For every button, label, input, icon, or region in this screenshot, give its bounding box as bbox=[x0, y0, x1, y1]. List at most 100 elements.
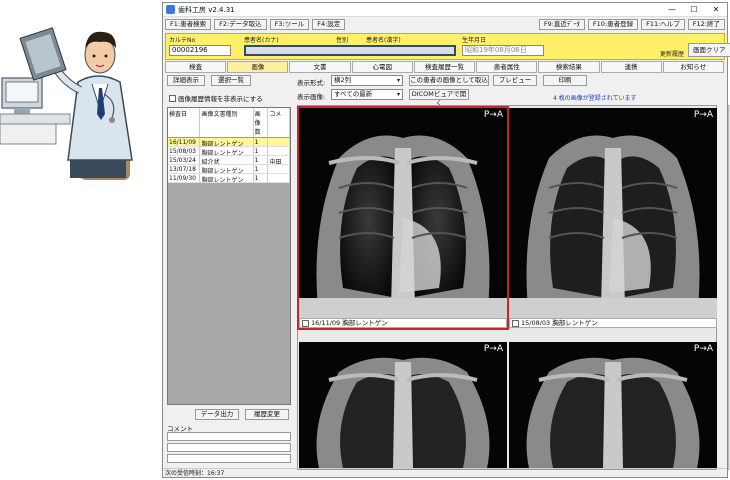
doctor-illustration bbox=[0, 27, 133, 180]
header-exam-date[interactable]: 検査日 bbox=[168, 108, 201, 137]
birthdate-label: 生年月日 bbox=[462, 37, 487, 44]
cell-date: 15/08/03 bbox=[168, 147, 201, 155]
birthdate-field[interactable]: 昭和19年08月06日 bbox=[462, 45, 544, 56]
image-caption: 15/08/03 胸部レントゲン bbox=[509, 318, 717, 328]
xray-image[interactable]: P→A bbox=[509, 108, 717, 318]
format-value: 横2列 bbox=[334, 76, 352, 84]
image-caption: 16/11/09 胸部レントゲン bbox=[299, 318, 507, 328]
title-bar: 歯科工房 v2.4.31 — ☐ ✕ bbox=[163, 3, 727, 17]
f11-help-button[interactable]: F11:ヘルプ bbox=[641, 19, 685, 30]
selection-list-button[interactable]: 選択一覧 bbox=[211, 75, 251, 86]
f9-recent-data-button[interactable]: F9:直近ﾃﾞｰﾀ bbox=[538, 19, 585, 30]
tab-exam-history[interactable]: 検査履歴一覧 bbox=[413, 61, 476, 73]
comment-field-3[interactable] bbox=[167, 454, 291, 463]
data-export-button[interactable]: データ出力 bbox=[195, 409, 239, 420]
f10-patient-register-button[interactable]: F10:患者登録 bbox=[587, 19, 639, 30]
kanji-label: 患者名(漢字) bbox=[366, 37, 401, 44]
app-icon bbox=[166, 5, 175, 14]
cell-date: 13/07/18 bbox=[168, 165, 201, 173]
screen-clear-button[interactable]: 画面クリア bbox=[688, 43, 730, 57]
tab-ecg[interactable]: 心電図 bbox=[351, 61, 413, 73]
tab-integration[interactable]: 連携 bbox=[600, 61, 662, 73]
comment-field-2[interactable] bbox=[167, 443, 291, 452]
import-image-button[interactable]: この患者の画像として取込 bbox=[409, 75, 489, 86]
close-button[interactable]: ✕ bbox=[705, 5, 727, 14]
image-history-table: 検査日 画像文書種別 画像数 コメ 16/11/09 胸部レントゲン 1 15/… bbox=[167, 107, 291, 405]
table-row[interactable]: 16/11/09 胸部レントゲン 1 bbox=[168, 138, 290, 147]
table-row[interactable]: 11/09/30 胸部レントゲン 1 bbox=[168, 174, 290, 183]
chevron-down-icon: ▾ bbox=[396, 91, 400, 98]
f12-exit-button[interactable]: F12:終了 bbox=[687, 19, 725, 30]
image-label: 表示画像: bbox=[297, 93, 326, 101]
orientation-label: P→A bbox=[483, 344, 503, 354]
update-history-label: 更新履歴 bbox=[660, 51, 685, 58]
detail-view-button[interactable]: 詳細表示 bbox=[167, 75, 205, 86]
orientation-label: P→A bbox=[693, 344, 713, 354]
checkbox-square[interactable] bbox=[169, 94, 176, 102]
image-viewer: P→A 16/11/09 胸部レントゲン P→A 15/08/03 胸部レントゲ… bbox=[297, 105, 717, 470]
gender-label: 性別 bbox=[336, 37, 349, 44]
hide-history-checkbox[interactable]: 画像履歴情報を非表示にする bbox=[169, 93, 263, 103]
chest-xray bbox=[299, 108, 507, 318]
cell-date: 15/03/24 bbox=[168, 156, 201, 164]
tab-notices[interactable]: お知らせ bbox=[662, 61, 724, 73]
tab-bar: 検査 画像 文書 心電図 検査履歴一覧 患者属性 検索結果 連携 お知らせ bbox=[165, 61, 725, 73]
cell-type: 胸部レントゲン bbox=[200, 174, 254, 182]
image-select[interactable]: すべての最新 ▾ bbox=[331, 89, 403, 100]
f2-data-import-button[interactable]: F2:データ取込 bbox=[214, 19, 267, 30]
cell-count: 1 bbox=[254, 165, 269, 173]
image-cell[interactable]: P→A 16/11/09 胸部レントゲン bbox=[297, 106, 509, 330]
dicom-viewer-button[interactable]: DICOMビュアで開く bbox=[409, 89, 469, 107]
hide-history-label: 画像履歴情報を非表示にする bbox=[178, 95, 263, 103]
image-checkbox[interactable] bbox=[512, 319, 519, 327]
xray-image[interactable]: P→A bbox=[299, 108, 507, 318]
cell-comment bbox=[268, 138, 290, 146]
f1-patient-search-button[interactable]: F1:患者検索 bbox=[165, 19, 212, 30]
history-change-button[interactable]: 履歴変更 bbox=[245, 409, 289, 420]
chart-no-label: カルテNo bbox=[169, 37, 196, 44]
table-row[interactable]: 15/08/03 胸部レントゲン 1 bbox=[168, 147, 290, 156]
image-cell[interactable]: P→A bbox=[509, 342, 717, 468]
cell-count: 1 bbox=[254, 138, 269, 146]
app-window: 歯科工房 v2.4.31 — ☐ ✕ F1:患者検索 F2:データ取込 F3:ツ… bbox=[162, 2, 730, 478]
f3-tools-button[interactable]: F3:ツール bbox=[269, 19, 310, 30]
tab-search-results[interactable]: 検索結果 bbox=[538, 61, 600, 73]
cell-comment bbox=[268, 165, 290, 173]
cell-comment bbox=[268, 147, 290, 155]
caption-text: 15/08/03 胸部レントゲン bbox=[521, 319, 598, 327]
tab-patient-attributes[interactable]: 患者属性 bbox=[476, 61, 538, 73]
cell-comment bbox=[268, 174, 290, 182]
chart-no-field[interactable]: 00002196 bbox=[169, 45, 231, 56]
comment-field-1[interactable] bbox=[167, 432, 291, 441]
cell-comment: 中田 bbox=[268, 156, 290, 164]
f4-settings-button[interactable]: F4:設定 bbox=[312, 19, 346, 30]
preview-button[interactable]: プレビュー bbox=[493, 75, 537, 86]
tab-image[interactable]: 画像 bbox=[227, 61, 289, 73]
cell-date: 16/11/09 bbox=[168, 138, 201, 146]
tab-exam[interactable]: 検査 bbox=[165, 61, 227, 73]
minimize-button[interactable]: — bbox=[661, 5, 683, 14]
chest-xray bbox=[509, 108, 717, 318]
caption-text: 16/11/09 胸部レントゲン bbox=[311, 319, 388, 327]
print-button[interactable]: 印刷 bbox=[543, 75, 587, 86]
cell-type: 紹介状 bbox=[200, 156, 254, 164]
patient-name-field[interactable] bbox=[244, 45, 456, 56]
maximize-button[interactable]: ☐ bbox=[683, 5, 705, 14]
cell-type: 胸部レントゲン bbox=[200, 138, 254, 146]
orientation-label: P→A bbox=[693, 110, 713, 120]
header-doc-type[interactable]: 画像文書種別 bbox=[200, 108, 254, 137]
table-header: 検査日 画像文書種別 画像数 コメ bbox=[168, 108, 290, 138]
table-row[interactable]: 13/07/18 胸部レントゲン 1 bbox=[168, 165, 290, 174]
image-checkbox[interactable] bbox=[302, 319, 309, 327]
table-row[interactable]: 15/03/24 紹介状 1 中田 bbox=[168, 156, 290, 165]
header-comment[interactable]: コメ bbox=[268, 108, 290, 137]
kana-label: 患者名(カナ) bbox=[244, 37, 279, 44]
header-image-count[interactable]: 画像数 bbox=[254, 108, 269, 137]
xray-image[interactable]: P→A bbox=[509, 342, 717, 468]
image-cell[interactable]: P→A bbox=[299, 342, 507, 468]
tab-document[interactable]: 文書 bbox=[289, 61, 351, 73]
format-select[interactable]: 横2列 ▾ bbox=[331, 75, 403, 86]
format-label: 表示形式: bbox=[297, 79, 326, 87]
image-cell[interactable]: P→A 15/08/03 胸部レントゲン bbox=[509, 108, 717, 328]
xray-image[interactable]: P→A bbox=[299, 342, 507, 468]
